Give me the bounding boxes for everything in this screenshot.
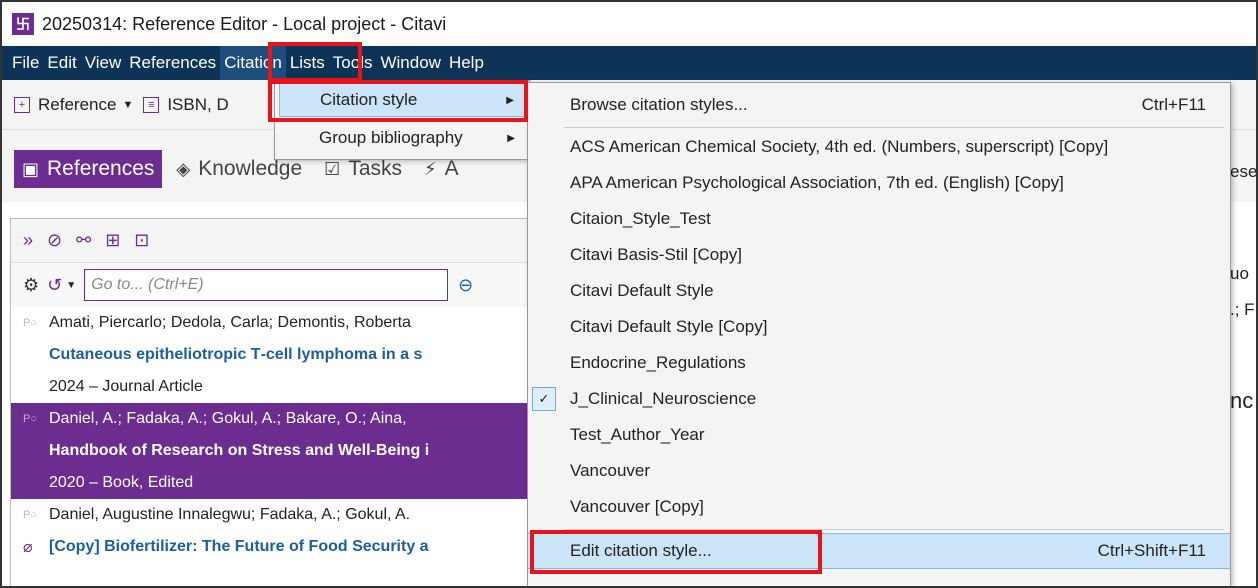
style-label: APA American Psychological Association, … [570, 173, 1064, 192]
chevron-down-icon[interactable]: ▼ [66, 280, 76, 291]
attachment-icon: ⌀ [23, 539, 33, 556]
search-row: ⚙ ↺ ▼ Go to... (Ctrl+E) ⊖ [11, 263, 529, 307]
import-icon[interactable]: ⊡ [134, 230, 149, 251]
highlight-citation-menu [268, 42, 362, 82]
isbn-label: ISBN, D [167, 94, 229, 114]
style-item[interactable]: Citaion_Style_Test [528, 201, 1230, 237]
menu-help[interactable]: Help [445, 46, 488, 80]
history-icon[interactable]: ↺ [47, 275, 62, 296]
menu-separator [564, 127, 1224, 128]
chevron-down-icon[interactable]: ▼ [122, 99, 133, 111]
title-bar: 卐 20250314: Reference Editor - Local pro… [2, 2, 1256, 46]
menu-item-group-bibliography[interactable]: Group bibliography ▶ [279, 121, 525, 155]
pin-marker-icon: P○ [23, 317, 37, 329]
new-reference-label: Reference [38, 94, 117, 114]
style-item[interactable]: ACS American Chemical Society, 4th ed. (… [528, 129, 1230, 165]
reference-authors: Amati, Piercarlo; Dedola, Carla; Demonti… [49, 314, 411, 331]
tab-references-label: References [47, 157, 155, 180]
tab-additional-label: A [444, 157, 459, 180]
grid-icon[interactable]: ⊞ [105, 230, 120, 251]
isbn-button[interactable]: ≡ ISBN, D [143, 94, 229, 115]
style-item[interactable]: Citavi Basis-Stil [Copy] [528, 237, 1230, 273]
style-item[interactable]: Vancouver [Copy] [528, 489, 1230, 525]
style-item[interactable]: Endocrine_Regulations [528, 345, 1230, 381]
citavi-app-icon: 卐 [12, 13, 34, 35]
style-label: Vancouver [Copy] [570, 497, 704, 516]
reference-authors: Daniel, A.; Fadaka, A.; Gokul, A.; Bakar… [49, 410, 407, 427]
gear-icon[interactable]: ⚙ [23, 275, 39, 296]
edit-shortcut: Ctrl+Shift+F11 [1097, 541, 1206, 560]
reference-meta: 2024 – Journal Article [49, 378, 203, 395]
citation-style-submenu: Browse citation styles... Ctrl+F11 ACS A… [527, 82, 1231, 586]
new-reference-button[interactable]: + Reference ▼ [14, 95, 133, 115]
submenu-arrow-icon: ▶ [507, 132, 515, 144]
reference-title: [Copy] Biofertilizer: The Future of Food… [49, 538, 429, 555]
isbn-icon: ≡ [143, 96, 160, 113]
style-item[interactable]: Vancouver [528, 453, 1230, 489]
right-panel-fragment: uo [1230, 264, 1249, 283]
style-label: Citavi Default Style [Copy] [570, 317, 768, 336]
style-item-checked[interactable]: ✓ J_Clinical_Neuroscience [528, 381, 1230, 417]
style-item[interactable]: APA American Psychological Association, … [528, 165, 1230, 201]
style-label: J_Clinical_Neuroscience [570, 389, 757, 408]
menu-edit[interactable]: Edit [43, 46, 80, 80]
style-label: Citavi Default Style [570, 281, 714, 300]
right-panel-fragment: nc [1230, 388, 1254, 413]
knowledge-icon: ◈ [176, 158, 191, 179]
expand-icon[interactable]: » [23, 230, 33, 251]
list-item[interactable]: P○ Amati, Piercarlo; Dedola, Carla; Demon… [11, 307, 529, 403]
back-arrow-icon[interactable]: ⊖ [458, 275, 473, 296]
references-icon: ▣ [22, 158, 40, 179]
menu-references[interactable]: References [125, 46, 220, 80]
tasks-icon: ☑ [324, 158, 341, 179]
goto-search-input[interactable]: Go to... (Ctrl+E) [84, 269, 449, 301]
style-item[interactable]: Citavi Default Style [528, 273, 1230, 309]
style-item[interactable]: Test_Author_Year [528, 417, 1230, 453]
highlight-citation-style [268, 80, 528, 122]
menu-bar: File Edit View References Citation Lists… [2, 46, 1256, 80]
style-label: ACS American Chemical Society, 4th ed. (… [570, 137, 1109, 156]
style-label: Citaion_Style_Test [570, 209, 711, 228]
tab-references[interactable]: ▣ References [14, 150, 163, 188]
app-window: 卐 20250314: Reference Editor - Local pro… [0, 0, 1258, 588]
browse-citation-styles-item[interactable]: Browse citation styles... Ctrl+F11 [528, 87, 1230, 123]
additional-tab-icon: ⚡ [424, 158, 437, 179]
browse-label: Browse citation styles... [570, 95, 748, 114]
add-reference-icon: + [14, 96, 30, 113]
tag-icon[interactable]: ⊘ [47, 230, 62, 251]
window-title: 20250314: Reference Editor - Local proje… [42, 13, 447, 34]
menu-view[interactable]: View [81, 46, 126, 80]
list-toolbar: » ⊘ ⚯ ⊞ ⊡ [11, 219, 529, 263]
reference-title: Cutaneous epitheliotropic T‐cell lymphom… [49, 346, 423, 363]
reference-title: Handbook of Research on Stress and Well-… [49, 442, 430, 459]
style-label: Endocrine_Regulations [570, 353, 746, 372]
browse-shortcut: Ctrl+F11 [1141, 95, 1206, 114]
menu-window[interactable]: Window [376, 46, 444, 80]
group-icon[interactable]: ⚯ [76, 230, 91, 251]
style-label: Test_Author_Year [570, 425, 705, 444]
reference-authors: Daniel, Augustine Innalegwu; Fadaka, A.;… [49, 506, 411, 523]
right-panel-fragment: .; F [1230, 300, 1255, 319]
tab-tasks-label: Tasks [348, 157, 402, 180]
list-item-selected[interactable]: P○ Daniel, A.; Fadaka, A.; Gokul, A.; Bak… [11, 403, 529, 499]
reference-list-panel: » ⊘ ⚯ ⊞ ⊡ ⚙ ↺ ▼ Go to... (Ctrl+E) ⊖ P○ Am… [10, 218, 530, 586]
pin-marker-icon: P○ [23, 509, 37, 521]
menu-file[interactable]: File [8, 46, 43, 80]
checkmark-icon: ✓ [532, 387, 556, 411]
right-panel-fragment: ese [1230, 162, 1258, 181]
reference-meta: 2020 – Book, Edited [49, 474, 194, 491]
tab-knowledge-label: Knowledge [198, 157, 303, 180]
highlight-edit-citation-style [530, 530, 822, 574]
group-bibliography-label: Group bibliography [319, 128, 463, 147]
style-label: Citavi Basis-Stil [Copy] [570, 245, 742, 264]
style-item[interactable]: Citavi Default Style [Copy] [528, 309, 1230, 345]
list-item[interactable]: P○ Daniel, Augustine Innalegwu; Fadaka, A… [11, 499, 529, 563]
pin-marker-icon: P○ [23, 413, 37, 425]
style-label: Vancouver [570, 461, 651, 480]
